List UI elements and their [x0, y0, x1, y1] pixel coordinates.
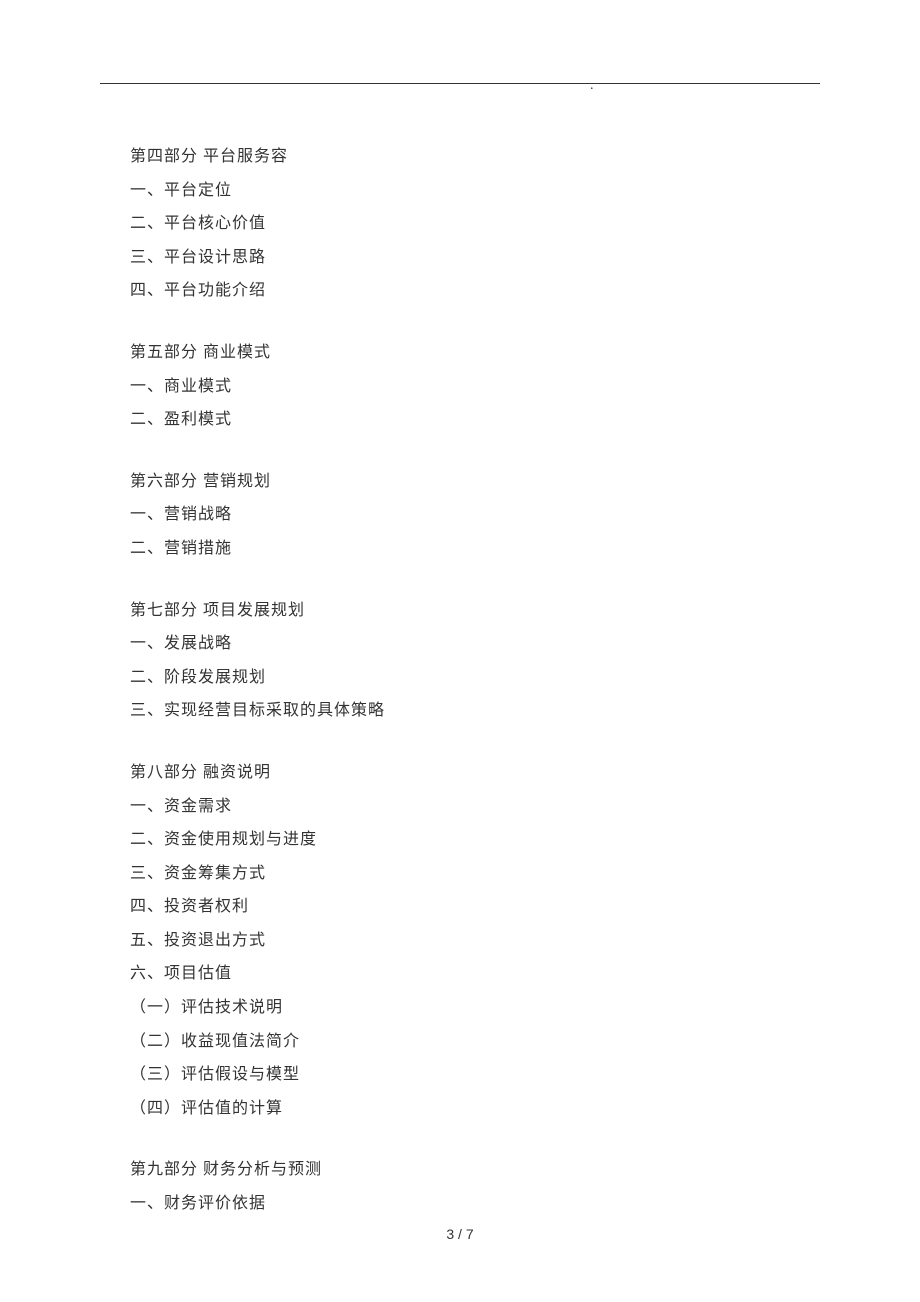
toc-item: 二、盈利模式 — [130, 403, 790, 437]
toc-item: 二、资金使用规划与进度 — [130, 823, 790, 857]
section-title: 第五部分 商业模式 — [130, 336, 790, 370]
toc-item: 三、资金筹集方式 — [130, 857, 790, 891]
toc-item: 二、营销措施 — [130, 532, 790, 566]
header-horizontal-rule — [100, 83, 820, 84]
toc-item: 一、资金需求 — [130, 790, 790, 824]
toc-item: 一、发展战略 — [130, 627, 790, 661]
page-container: . 第四部分 平台服务容 一、平台定位 二、平台核心价值 三、平台设计思路 四、… — [0, 0, 920, 1302]
page-number: 3 / 7 — [0, 1226, 920, 1242]
toc-item: （一）评估技术说明 — [130, 991, 790, 1025]
toc-item: （四）评估值的计算 — [130, 1092, 790, 1126]
toc-item: 二、平台核心价值 — [130, 207, 790, 241]
document-content: 第四部分 平台服务容 一、平台定位 二、平台核心价值 三、平台设计思路 四、平台… — [130, 140, 790, 1221]
section-9: 第九部分 财务分析与预测 一、财务评价依据 — [130, 1153, 790, 1220]
toc-item: （二）收益现值法简介 — [130, 1025, 790, 1059]
toc-item: （三）评估假设与模型 — [130, 1058, 790, 1092]
section-6: 第六部分 营销规划 一、营销战略 二、营销措施 — [130, 465, 790, 566]
section-title: 第九部分 财务分析与预测 — [130, 1153, 790, 1187]
section-5: 第五部分 商业模式 一、商业模式 二、盈利模式 — [130, 336, 790, 437]
section-4: 第四部分 平台服务容 一、平台定位 二、平台核心价值 三、平台设计思路 四、平台… — [130, 140, 790, 308]
header-dot: . — [590, 78, 594, 94]
toc-item: 一、财务评价依据 — [130, 1187, 790, 1221]
toc-item: 六、项目估值 — [130, 957, 790, 991]
toc-item: 一、商业模式 — [130, 370, 790, 404]
section-title: 第四部分 平台服务容 — [130, 140, 790, 174]
section-8: 第八部分 融资说明 一、资金需求 二、资金使用规划与进度 三、资金筹集方式 四、… — [130, 756, 790, 1126]
section-7: 第七部分 项目发展规划 一、发展战略 二、阶段发展规划 三、实现经营目标采取的具… — [130, 594, 790, 728]
section-title: 第七部分 项目发展规划 — [130, 594, 790, 628]
toc-item: 一、平台定位 — [130, 174, 790, 208]
toc-item: 四、平台功能介绍 — [130, 274, 790, 308]
toc-item: 三、实现经营目标采取的具体策略 — [130, 694, 790, 728]
toc-item: 二、阶段发展规划 — [130, 661, 790, 695]
section-title: 第八部分 融资说明 — [130, 756, 790, 790]
toc-item: 三、平台设计思路 — [130, 241, 790, 275]
toc-item: 四、投资者权利 — [130, 890, 790, 924]
section-title: 第六部分 营销规划 — [130, 465, 790, 499]
toc-item: 五、投资退出方式 — [130, 924, 790, 958]
toc-item: 一、营销战略 — [130, 498, 790, 532]
